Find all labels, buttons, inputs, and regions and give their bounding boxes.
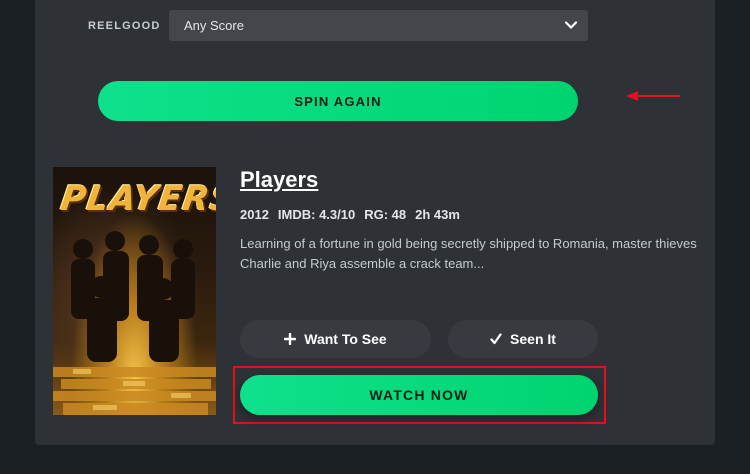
movie-poster[interactable]: PLAYERS [53, 167, 216, 415]
score-select-value: Any Score [184, 18, 244, 33]
rg-score: RG: 48 [364, 207, 407, 222]
annotation-arrow-icon [626, 91, 680, 101]
runtime: 2h 43m [415, 207, 460, 222]
movie-meta: 2012 IMDB: 4.3/10 RG: 48 2h 43m [240, 207, 460, 222]
poster-title: PLAYERS [58, 179, 216, 219]
spin-again-button[interactable]: SPIN AGAIN [98, 81, 578, 121]
check-icon [490, 333, 502, 345]
seen-it-button[interactable]: Seen It [448, 320, 598, 358]
score-select[interactable]: Any Score [169, 10, 588, 41]
want-to-see-label: Want To See [304, 331, 387, 347]
movie-year: 2012 [240, 207, 269, 222]
poster-figures-icon [53, 231, 216, 415]
seen-it-label: Seen It [510, 331, 556, 347]
reelgood-filter-row: REELGOOD Any Score [88, 10, 588, 41]
want-to-see-button[interactable]: Want To See [240, 320, 431, 358]
filter-label: REELGOOD [88, 19, 161, 32]
chevron-down-icon [564, 21, 578, 29]
movie-title-link[interactable]: Players [240, 167, 318, 193]
plus-icon [284, 333, 297, 345]
movie-description: Learning of a fortune in gold being secr… [240, 236, 697, 271]
imdb-rating: IMDB: 4.3/10 [277, 207, 356, 222]
watch-now-button[interactable]: WATCH NOW [240, 375, 598, 415]
